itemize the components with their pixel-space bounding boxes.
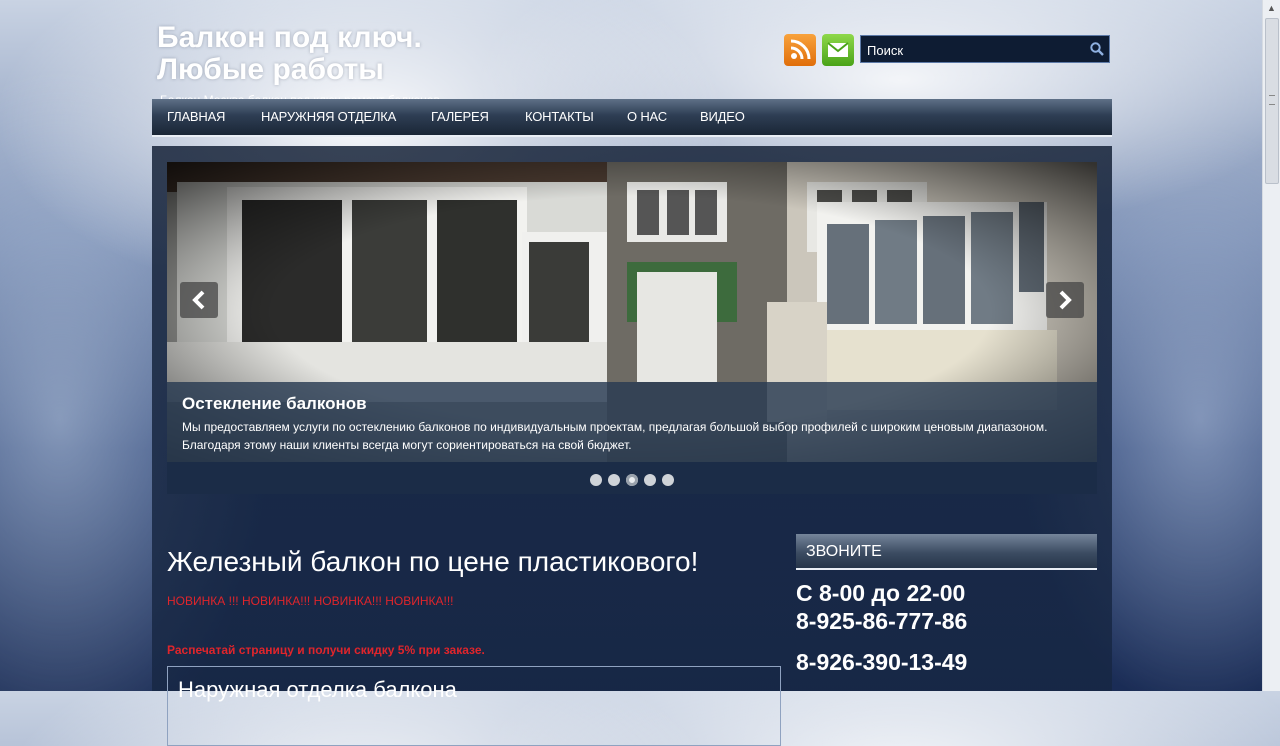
slider-pagination — [167, 471, 1097, 486]
mail-button[interactable] — [822, 34, 854, 66]
slide-caption-title[interactable]: Остекление балконов — [182, 394, 367, 414]
slider-dot-1[interactable] — [590, 473, 602, 486]
promo-discount-text: Распечатай страницу и получи скидку 5% п… — [167, 643, 485, 657]
slide-caption: Остекление балконов Мы предоставляем усл… — [167, 382, 1097, 462]
nav-item-home[interactable]: ГЛАВНАЯ — [167, 109, 225, 124]
nav-item-gallery[interactable]: ГАЛЕРЕЯ — [431, 109, 489, 124]
grip-icon — [1269, 95, 1275, 105]
rss-icon — [790, 39, 811, 60]
main-container: Остекление балконов Мы предоставляем усл… — [152, 146, 1112, 746]
mail-icon — [827, 42, 849, 57]
main-navigation: ГЛАВНАЯ НАРУЖНЯЯ ОТДЕЛКА ГАЛЕРЕЯ КОНТАКТ… — [152, 99, 1112, 137]
post-title[interactable]: Железный балкон по цене пластикового! — [167, 546, 698, 578]
slide-caption-text: Мы предоставляем услуги по остеклению ба… — [182, 420, 1048, 452]
nav-item-video[interactable]: ВИДЕО — [700, 109, 745, 124]
site-title[interactable]: Балкон под ключ. Любые работы — [157, 22, 422, 86]
scroll-up-arrow-icon[interactable]: ▲ — [1263, 0, 1280, 17]
site-header: Балкон под ключ. Любые работы Балкон Мос… — [152, 20, 1112, 107]
slider-dot-3[interactable] — [626, 473, 638, 486]
site-title-line2[interactable]: Любые работы — [157, 54, 422, 86]
slider-dot-2[interactable] — [608, 473, 620, 486]
slider-next-button[interactable] — [1046, 282, 1084, 318]
phone-number-2[interactable]: 8-926-390-13-49 — [796, 649, 967, 676]
section-heading[interactable]: Наружная отделка балкона — [178, 677, 457, 703]
search-icon[interactable] — [1089, 41, 1105, 57]
slider-prev-button[interactable] — [180, 282, 218, 318]
scroll-thumb[interactable] — [1265, 18, 1279, 184]
widget-title: ЗВОНИТЕ — [806, 543, 882, 560]
slider-dot-5[interactable] — [662, 473, 674, 486]
site-title-line1[interactable]: Балкон под ключ. — [157, 22, 422, 54]
widget-title-bar: ЗВОНИТЕ — [796, 534, 1097, 570]
search-box — [860, 35, 1110, 64]
image-slider: Остекление балконов Мы предоставляем усл… — [167, 162, 1097, 494]
nav-item-about[interactable]: О НАС — [627, 109, 667, 124]
chevron-left-icon — [192, 290, 205, 310]
nav-item-exterior[interactable]: НАРУЖНЯЯ ОТДЕЛКА — [261, 109, 396, 124]
nav-item-contacts[interactable]: КОНТАКТЫ — [525, 109, 594, 124]
rss-button[interactable] — [784, 34, 816, 66]
working-hours: С 8-00 до 22-00 — [796, 580, 966, 606]
promo-new-text: НОВИНКА !!! НОВИНКА!!! НОВИНКА!!! НОВИНК… — [167, 594, 454, 608]
chevron-right-icon — [1059, 290, 1072, 310]
slider-dot-4[interactable] — [644, 473, 656, 486]
section-box: Наружная отделка балкона — [167, 666, 781, 746]
search-input[interactable] — [861, 36, 1094, 64]
phone-number-1[interactable]: 8-925-86-777-86 — [796, 608, 967, 635]
page-scrollbar[interactable]: ▲ — [1262, 0, 1280, 691]
